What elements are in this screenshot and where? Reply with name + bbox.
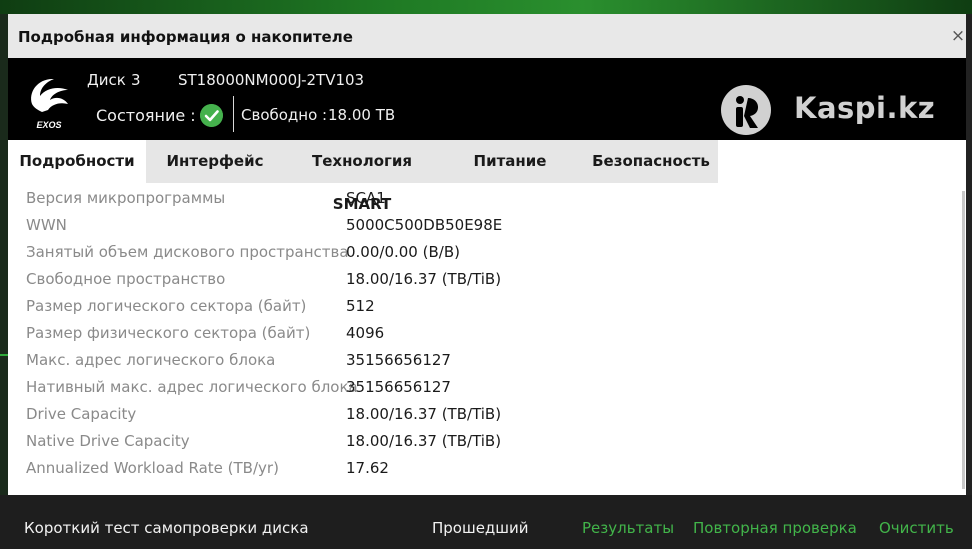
detail-value: 18.00/16.37 (TB/TiB) — [346, 405, 502, 423]
tab-interface[interactable]: Интерфейс — [154, 140, 276, 183]
tab-power[interactable]: Питание — [464, 140, 556, 183]
detail-value: 5000C500DB50E98E — [346, 216, 503, 234]
watermark-text: Kaspi.kz — [794, 91, 936, 125]
tab-details[interactable]: Подробности — [8, 140, 146, 183]
detail-label: Drive Capacity — [26, 405, 137, 423]
detail-label: Макс. адрес логического блока — [26, 351, 276, 369]
clear-link[interactable]: Очистить — [879, 519, 954, 537]
disk-number: 3 — [131, 71, 141, 89]
table-row: Annualized Workload Rate (TB/yr) 17.62 — [8, 459, 708, 486]
detail-value: SCA1 — [346, 189, 386, 207]
detail-label: Native Drive Capacity — [26, 432, 190, 450]
background-app-right-edge — [966, 14, 972, 534]
detail-value: 17.62 — [346, 459, 389, 477]
exos-logo: EXOS — [31, 78, 68, 130]
disk-label: Диск — [87, 71, 126, 89]
kaspi-watermark: Kaspi.kz — [718, 82, 958, 140]
table-row: Занятый объем дискового пространства 0.0… — [8, 243, 708, 270]
table-row: Нативный макс. адрес логического блока 3… — [8, 378, 708, 405]
self-test-label: Короткий тест самопроверки диска — [24, 519, 309, 537]
detail-label: Занятый объем дискового пространства — [26, 243, 349, 261]
tab-smart[interactable]: Технология SMART — [284, 140, 440, 213]
drive-details-dialog: Подробная информация о накопителе × EXOS… — [8, 14, 966, 495]
details-scrollbar[interactable] — [962, 191, 965, 489]
retest-link[interactable]: Повторная проверка — [693, 519, 857, 537]
logo-text: EXOS — [36, 120, 61, 130]
detail-label: Размер физического сектора (байт) — [26, 324, 311, 342]
detail-value: 512 — [346, 297, 375, 315]
detail-label: WWN — [26, 216, 67, 234]
detail-label: Размер логического сектора (байт) — [26, 297, 307, 315]
check-circle-icon — [200, 104, 223, 127]
detail-value: 35156656127 — [346, 378, 451, 396]
results-link[interactable]: Результаты — [582, 519, 674, 537]
disk-model: ST18000NM000J-2TV103 — [178, 71, 365, 89]
table-row: Версия микропрограммы SCA1 — [8, 189, 708, 216]
kaspi-logo-icon — [721, 85, 771, 135]
detail-label: Свободное пространство — [26, 270, 226, 288]
drive-header: EXOS Диск 3 ST18000NM000J-2TV103 Состоян… — [8, 58, 966, 140]
self-test-status: Прошедший — [432, 519, 529, 537]
table-row: Свободное пространство 18.00/16.37 (TB/T… — [8, 270, 708, 297]
dialog-titlebar: Подробная информация о накопителе × — [8, 14, 966, 58]
table-row: Макс. адрес логического блока 3515665612… — [8, 351, 708, 378]
detail-value: 0.00/0.00 (B/B) — [346, 243, 460, 261]
detail-label: Annualized Workload Rate (TB/yr) — [26, 459, 279, 477]
table-row: WWN 5000C500DB50E98E — [8, 216, 708, 243]
free-space-value: 18.00 TB — [328, 106, 396, 124]
tab-bar: Подробности Интерфейс Технология SMART П… — [8, 140, 718, 213]
table-row: Native Drive Capacity 18.00/16.37 (TB/Ti… — [8, 432, 708, 459]
detail-label: Нативный макс. адрес логического блока — [26, 378, 358, 396]
tab-security[interactable]: Безопасность — [586, 140, 716, 183]
state-label: Состояние : — [96, 106, 196, 125]
table-row: Drive Capacity 18.00/16.37 (TB/TiB) — [8, 405, 708, 432]
detail-value: 18.00/16.37 (TB/TiB) — [346, 270, 502, 288]
detail-value: 18.00/16.37 (TB/TiB) — [346, 432, 502, 450]
background-app-left-edge — [0, 14, 8, 534]
detail-label: Версия микропрограммы — [26, 189, 226, 207]
header-divider — [233, 96, 234, 132]
detail-value: 35156656127 — [346, 351, 451, 369]
table-row: Размер физического сектора (байт) 4096 — [8, 324, 708, 351]
details-table: Версия микропрограммы SCA1 WWN 5000C500D… — [8, 183, 966, 483]
free-space-label: Свободно : — [241, 106, 328, 124]
table-row: Размер логического сектора (байт) 512 — [8, 297, 708, 324]
close-icon[interactable]: × — [950, 26, 966, 46]
dialog-title: Подробная информация о накопителе — [18, 28, 353, 46]
background-app-header — [0, 0, 972, 14]
detail-value: 4096 — [346, 324, 385, 342]
